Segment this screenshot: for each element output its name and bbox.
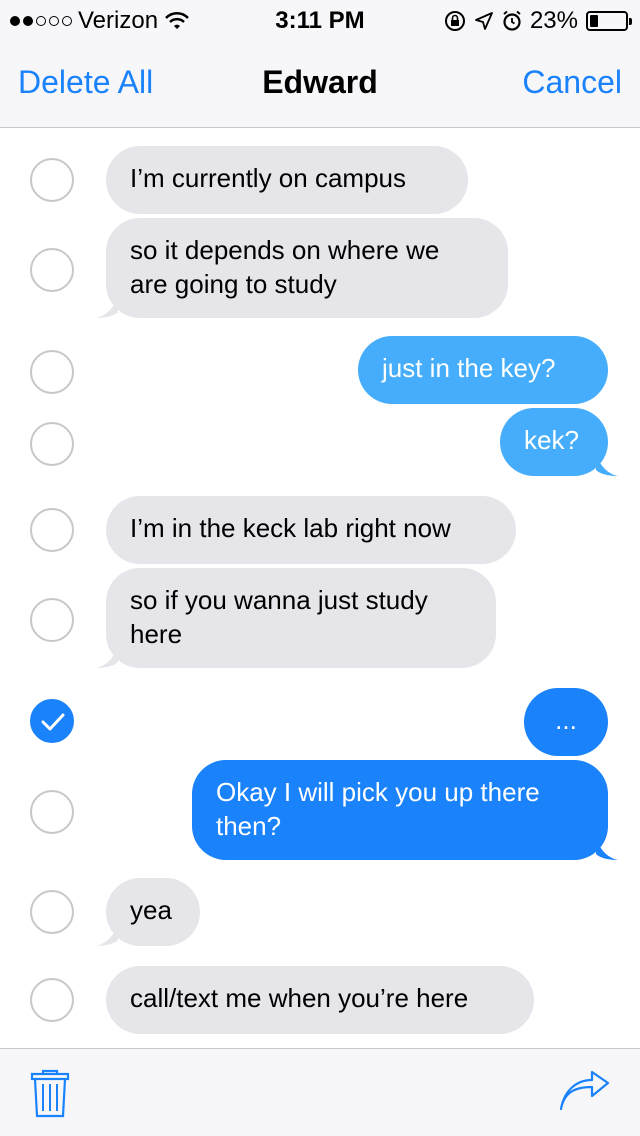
trash-icon[interactable] — [30, 1069, 70, 1119]
message-row[interactable]: so it depends on where we are going to s… — [0, 218, 640, 318]
bubble-tail — [96, 646, 118, 668]
message-bubble-incoming[interactable]: I’m in the keck lab right now — [106, 496, 516, 564]
message-text: I’m currently on campus — [130, 163, 406, 193]
message-bubble-outgoing[interactable]: just in the key? — [358, 336, 608, 404]
select-circle[interactable] — [30, 422, 74, 466]
message-bubble-outgoing[interactable]: Okay I will pick you up there then? — [192, 760, 618, 860]
message-text: yea — [130, 895, 172, 925]
message-text: Okay I will pick you up there then? — [216, 777, 540, 841]
share-icon[interactable] — [558, 1071, 610, 1111]
bottom-toolbar — [0, 1048, 640, 1136]
message-text: so it depends on where we are going to s… — [130, 235, 440, 299]
message-row[interactable]: call/text me when you’re here — [0, 966, 640, 1034]
select-circle-checked[interactable] — [30, 699, 74, 743]
battery-percent: 23% — [529, 7, 578, 34]
message-text: ... — [555, 705, 577, 735]
message-bubble-outgoing[interactable]: ... — [524, 688, 608, 756]
message-row[interactable]: I’m currently on campus — [0, 146, 640, 214]
select-circle[interactable] — [30, 508, 74, 552]
bubble-tail — [596, 454, 618, 476]
select-circle[interactable] — [30, 790, 74, 834]
status-right: 23% — [444, 7, 632, 35]
status-bar: Verizon 3:11 PM 23% — [0, 0, 640, 40]
battery-icon — [586, 11, 632, 31]
navigation-bar: Delete All Edward Cancel — [0, 40, 640, 128]
message-row[interactable]: so if you wanna just study here — [0, 568, 640, 668]
message-bubble-incoming[interactable]: so it depends on where we are going to s… — [96, 218, 508, 318]
message-bubble-outgoing[interactable]: kek? — [500, 408, 618, 476]
message-text: call/text me when you’re here — [130, 983, 469, 1013]
message-text: kek? — [524, 425, 579, 455]
message-row[interactable]: Okay I will pick you up there then? — [0, 760, 640, 860]
cancel-button[interactable]: Cancel — [522, 64, 622, 101]
message-text: I’m in the keck lab right now — [130, 513, 451, 543]
message-row[interactable]: kek? — [0, 408, 640, 476]
select-circle[interactable] — [30, 598, 74, 642]
select-circle[interactable] — [30, 158, 74, 202]
select-circle[interactable] — [30, 248, 74, 292]
message-text: so if you wanna just study here — [130, 585, 428, 649]
bubble-tail — [96, 296, 118, 318]
message-row[interactable]: ... — [0, 688, 640, 756]
bubble-tail — [96, 924, 118, 946]
message-bubble-incoming[interactable]: call/text me when you’re here — [106, 966, 534, 1034]
message-bubble-incoming[interactable]: yea — [96, 878, 200, 946]
message-bubble-incoming[interactable]: so if you wanna just study here — [96, 568, 496, 668]
message-text: just in the key? — [382, 353, 556, 383]
select-circle[interactable] — [30, 978, 74, 1022]
message-row[interactable]: I’m in the keck lab right now — [0, 496, 640, 564]
bubble-tail — [596, 838, 618, 860]
select-circle[interactable] — [30, 890, 74, 934]
alarm-icon — [503, 10, 521, 31]
checkmark-icon — [41, 713, 65, 731]
location-icon — [475, 12, 493, 30]
message-bubble-incoming[interactable]: I’m currently on campus — [106, 146, 468, 214]
message-row[interactable]: just in the key? — [0, 336, 640, 404]
message-row[interactable]: yea — [0, 878, 640, 946]
orientation-lock-icon — [444, 11, 465, 31]
select-circle[interactable] — [30, 350, 74, 394]
